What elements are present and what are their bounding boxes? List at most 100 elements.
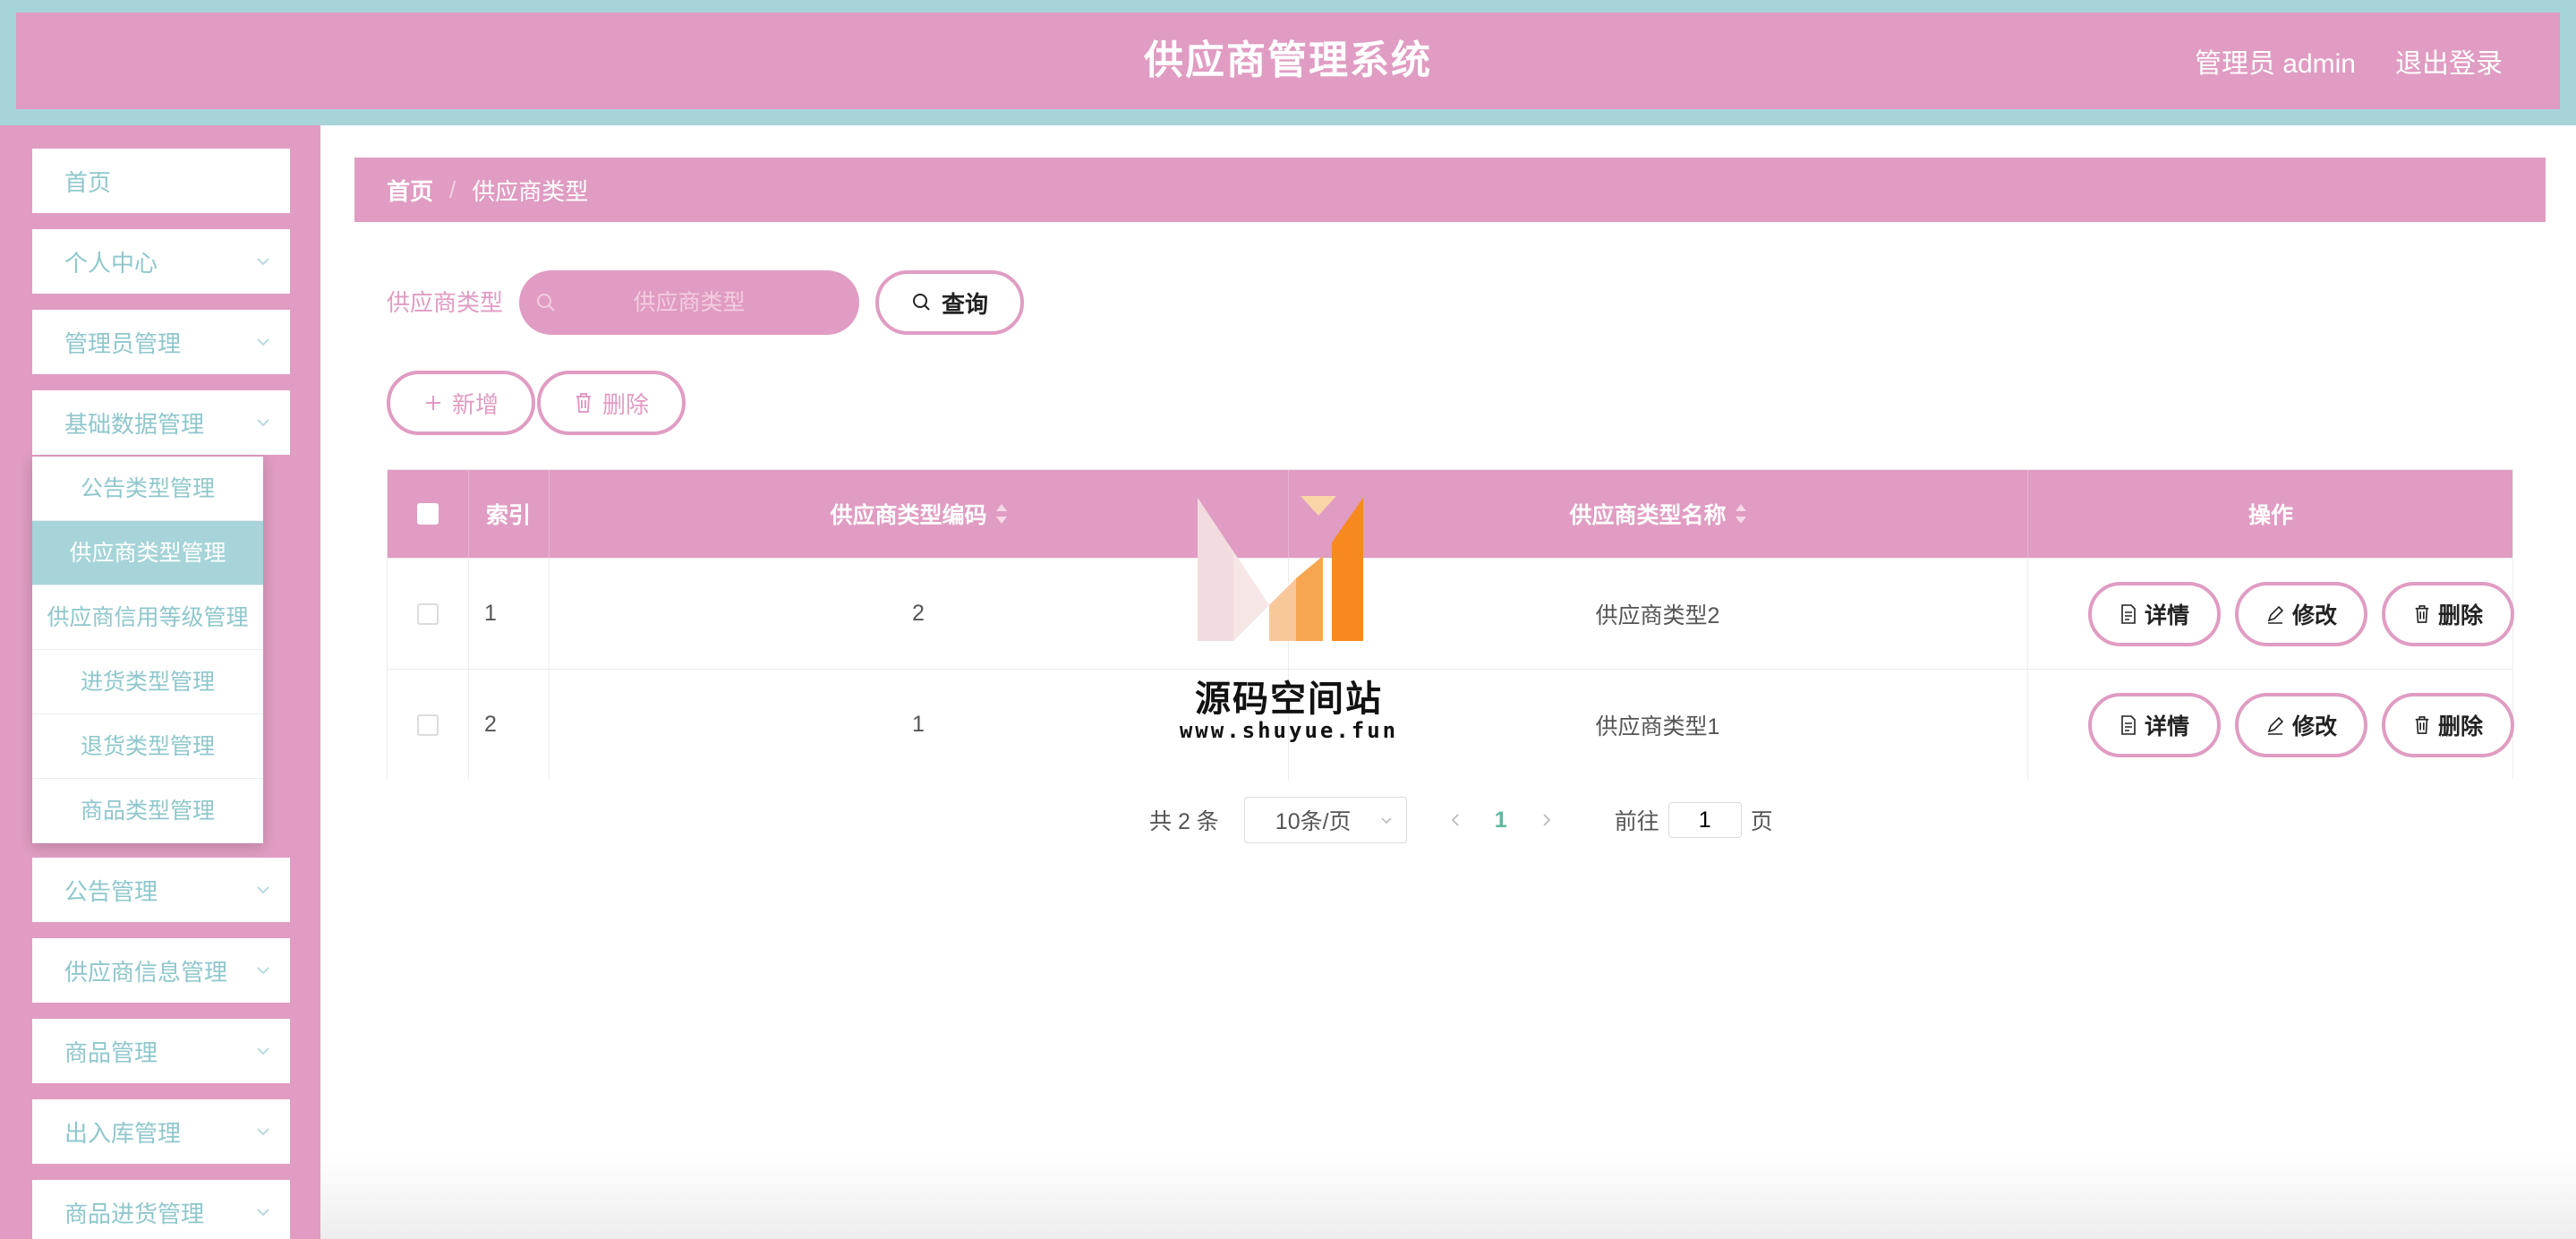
column-header-code-label: 供应商类型编码 <box>830 503 987 528</box>
detail-label: 详情 <box>2144 713 2189 739</box>
current-user: 管理员 admin <box>2194 49 2356 79</box>
submenu-item-return-type[interactable]: 退货类型管理 <box>32 714 263 779</box>
edit-button[interactable]: 修改 <box>2235 692 2367 757</box>
row-checkbox[interactable] <box>417 713 439 736</box>
batch-delete-button[interactable]: 删除 <box>537 371 686 435</box>
sidebar-item-label: 首页 <box>64 168 112 196</box>
pagination-total: 共 2 条 <box>1149 809 1219 834</box>
delete-label: 删除 <box>2437 713 2483 739</box>
trash-icon <box>576 393 591 413</box>
page-size-value: 10条/页 <box>1275 809 1352 834</box>
sidebar-item-purchase-management[interactable]: 商品进货管理 <box>32 1180 290 1239</box>
watermark-title: 源码空间站 <box>1195 679 1383 719</box>
detail-button[interactable]: 详情 <box>2088 581 2221 646</box>
sort-icon[interactable] <box>995 504 1007 524</box>
column-header-actions: 操作 <box>2248 503 2293 528</box>
chevron-down-icon <box>257 258 269 266</box>
add-button-label: 新增 <box>451 390 499 418</box>
select-all-checkbox[interactable] <box>417 503 439 525</box>
detail-label: 详情 <box>2144 602 2189 628</box>
delete-button[interactable]: 删除 <box>2382 692 2514 757</box>
trash-icon <box>2415 604 2429 623</box>
sidebar-item-label: 个人中心 <box>64 249 158 277</box>
sidebar-item-label: 公告管理 <box>64 877 158 905</box>
edit-icon <box>2267 605 2284 624</box>
cell-index: 2 <box>484 712 497 737</box>
chevron-down-icon <box>257 886 269 894</box>
breadcrumb-separator: / <box>449 175 456 203</box>
chevron-down-icon <box>257 1047 269 1055</box>
sidebar-item-personal-center[interactable]: 个人中心 <box>32 229 290 294</box>
basic-data-submenu: 公告类型管理 供应商类型管理 供应商信用等级管理 进货类型管理 退货类型管理 商… <box>32 457 263 843</box>
page-number-current[interactable]: 1 <box>1495 807 1507 833</box>
search-input[interactable] <box>519 289 859 316</box>
search-button[interactable]: 查询 <box>875 270 1024 335</box>
sidebar-item-label: 基础数据管理 <box>64 410 205 438</box>
edit-label: 修改 <box>2291 602 2337 628</box>
header-select-cell <box>388 470 468 558</box>
column-header-index: 索引 <box>485 503 531 528</box>
breadcrumb-home[interactable]: 首页 <box>387 174 433 207</box>
chevron-down-icon <box>257 1209 269 1217</box>
goto-suffix: 页 <box>1750 809 1773 834</box>
delete-label: 删除 <box>2437 602 2483 628</box>
sidebar-item-basic-data[interactable]: 基础数据管理 <box>32 390 290 455</box>
sidebar: 首页 个人中心 管理员管理 基础数据管理 公告管理 供应商信息管理 商品管理 出… <box>0 125 320 1239</box>
search-icon <box>537 294 555 312</box>
sidebar-item-label: 出入库管理 <box>64 1119 182 1147</box>
sidebar-item-notice-management[interactable]: 公告管理 <box>32 858 290 922</box>
delete-button[interactable]: 删除 <box>2382 581 2514 646</box>
search-button-label: 查询 <box>941 290 988 318</box>
chevron-left-icon[interactable] <box>1446 811 1464 829</box>
sidebar-item-label: 商品管理 <box>64 1038 158 1066</box>
row-checkbox[interactable] <box>417 602 439 625</box>
column-header-name-label: 供应商类型名称 <box>1569 503 1727 528</box>
edit-button[interactable]: 修改 <box>2235 581 2367 646</box>
header-user-area: 管理员 admin 退出登录 <box>2195 13 2503 109</box>
add-button[interactable]: 新增 <box>387 371 535 435</box>
goto-page-input[interactable] <box>1668 802 1742 838</box>
table-header: 索引 供应商类型编码 供应商类型名称 操作 <box>388 470 2512 558</box>
row-select-cell <box>388 559 468 669</box>
pagination: 共 2 条 10条/页 1 前往 页 <box>1149 797 1773 843</box>
sidebar-item-supplier-info[interactable]: 供应商信息管理 <box>32 938 290 1003</box>
app-title: 供应商管理系统 <box>1144 38 1432 82</box>
submenu-item-notice-type[interactable]: 公告类型管理 <box>32 457 263 521</box>
bottom-shadow <box>320 1155 2576 1239</box>
sidebar-item-label: 商品进货管理 <box>64 1200 205 1227</box>
sidebar-item-admin-management[interactable]: 管理员管理 <box>32 310 290 374</box>
detail-button[interactable]: 详情 <box>2088 692 2221 757</box>
row-actions: 详情 修改 删除 <box>2058 559 2514 669</box>
cell-index: 1 <box>484 601 497 626</box>
sidebar-item-goods-management[interactable]: 商品管理 <box>32 1019 290 1083</box>
table-row: 1 2 供应商类型2 详情 修改 删除 <box>388 558 2514 669</box>
row-select-cell <box>388 670 468 780</box>
sidebar-item-label: 供应商信息管理 <box>64 958 228 986</box>
logout-link[interactable]: 退出登录 <box>2395 41 2503 81</box>
chevron-down-icon <box>257 967 269 975</box>
sidebar-item-home[interactable]: 首页 <box>32 149 290 213</box>
breadcrumb: 首页 / 供应商类型 <box>354 158 2546 222</box>
page-size-select[interactable]: 10条/页 <box>1243 797 1407 843</box>
plus-icon <box>425 396 440 410</box>
submenu-item-purchase-type[interactable]: 进货类型管理 <box>32 650 263 714</box>
sort-icon[interactable] <box>1735 504 1746 524</box>
submenu-item-goods-type[interactable]: 商品类型管理 <box>32 779 263 843</box>
search-icon <box>912 294 930 311</box>
top-header: 供应商管理系统 管理员 admin 退出登录 <box>16 13 2560 109</box>
chevron-right-icon[interactable] <box>1538 811 1556 829</box>
edit-label: 修改 <box>2291 713 2337 739</box>
document-icon <box>2121 603 2136 624</box>
sidebar-item-label: 管理员管理 <box>64 329 182 357</box>
chevron-down-icon <box>257 1128 269 1136</box>
watermark-url: www.shuyue.fun <box>1179 718 1399 743</box>
cell-code: 2 <box>912 601 925 626</box>
submenu-item-credit-level[interactable]: 供应商信用等级管理 <box>32 585 263 650</box>
breadcrumb-current: 供应商类型 <box>472 177 589 205</box>
row-actions: 详情 修改 删除 <box>2058 670 2514 780</box>
submenu-item-supplier-type[interactable]: 供应商类型管理 <box>32 521 263 585</box>
sidebar-item-inout-management[interactable]: 出入库管理 <box>32 1099 290 1164</box>
search-input-wrapper <box>519 270 859 335</box>
search-label: 供应商类型 <box>387 289 504 316</box>
column-header-code[interactable]: 供应商类型编码 <box>549 470 1288 558</box>
